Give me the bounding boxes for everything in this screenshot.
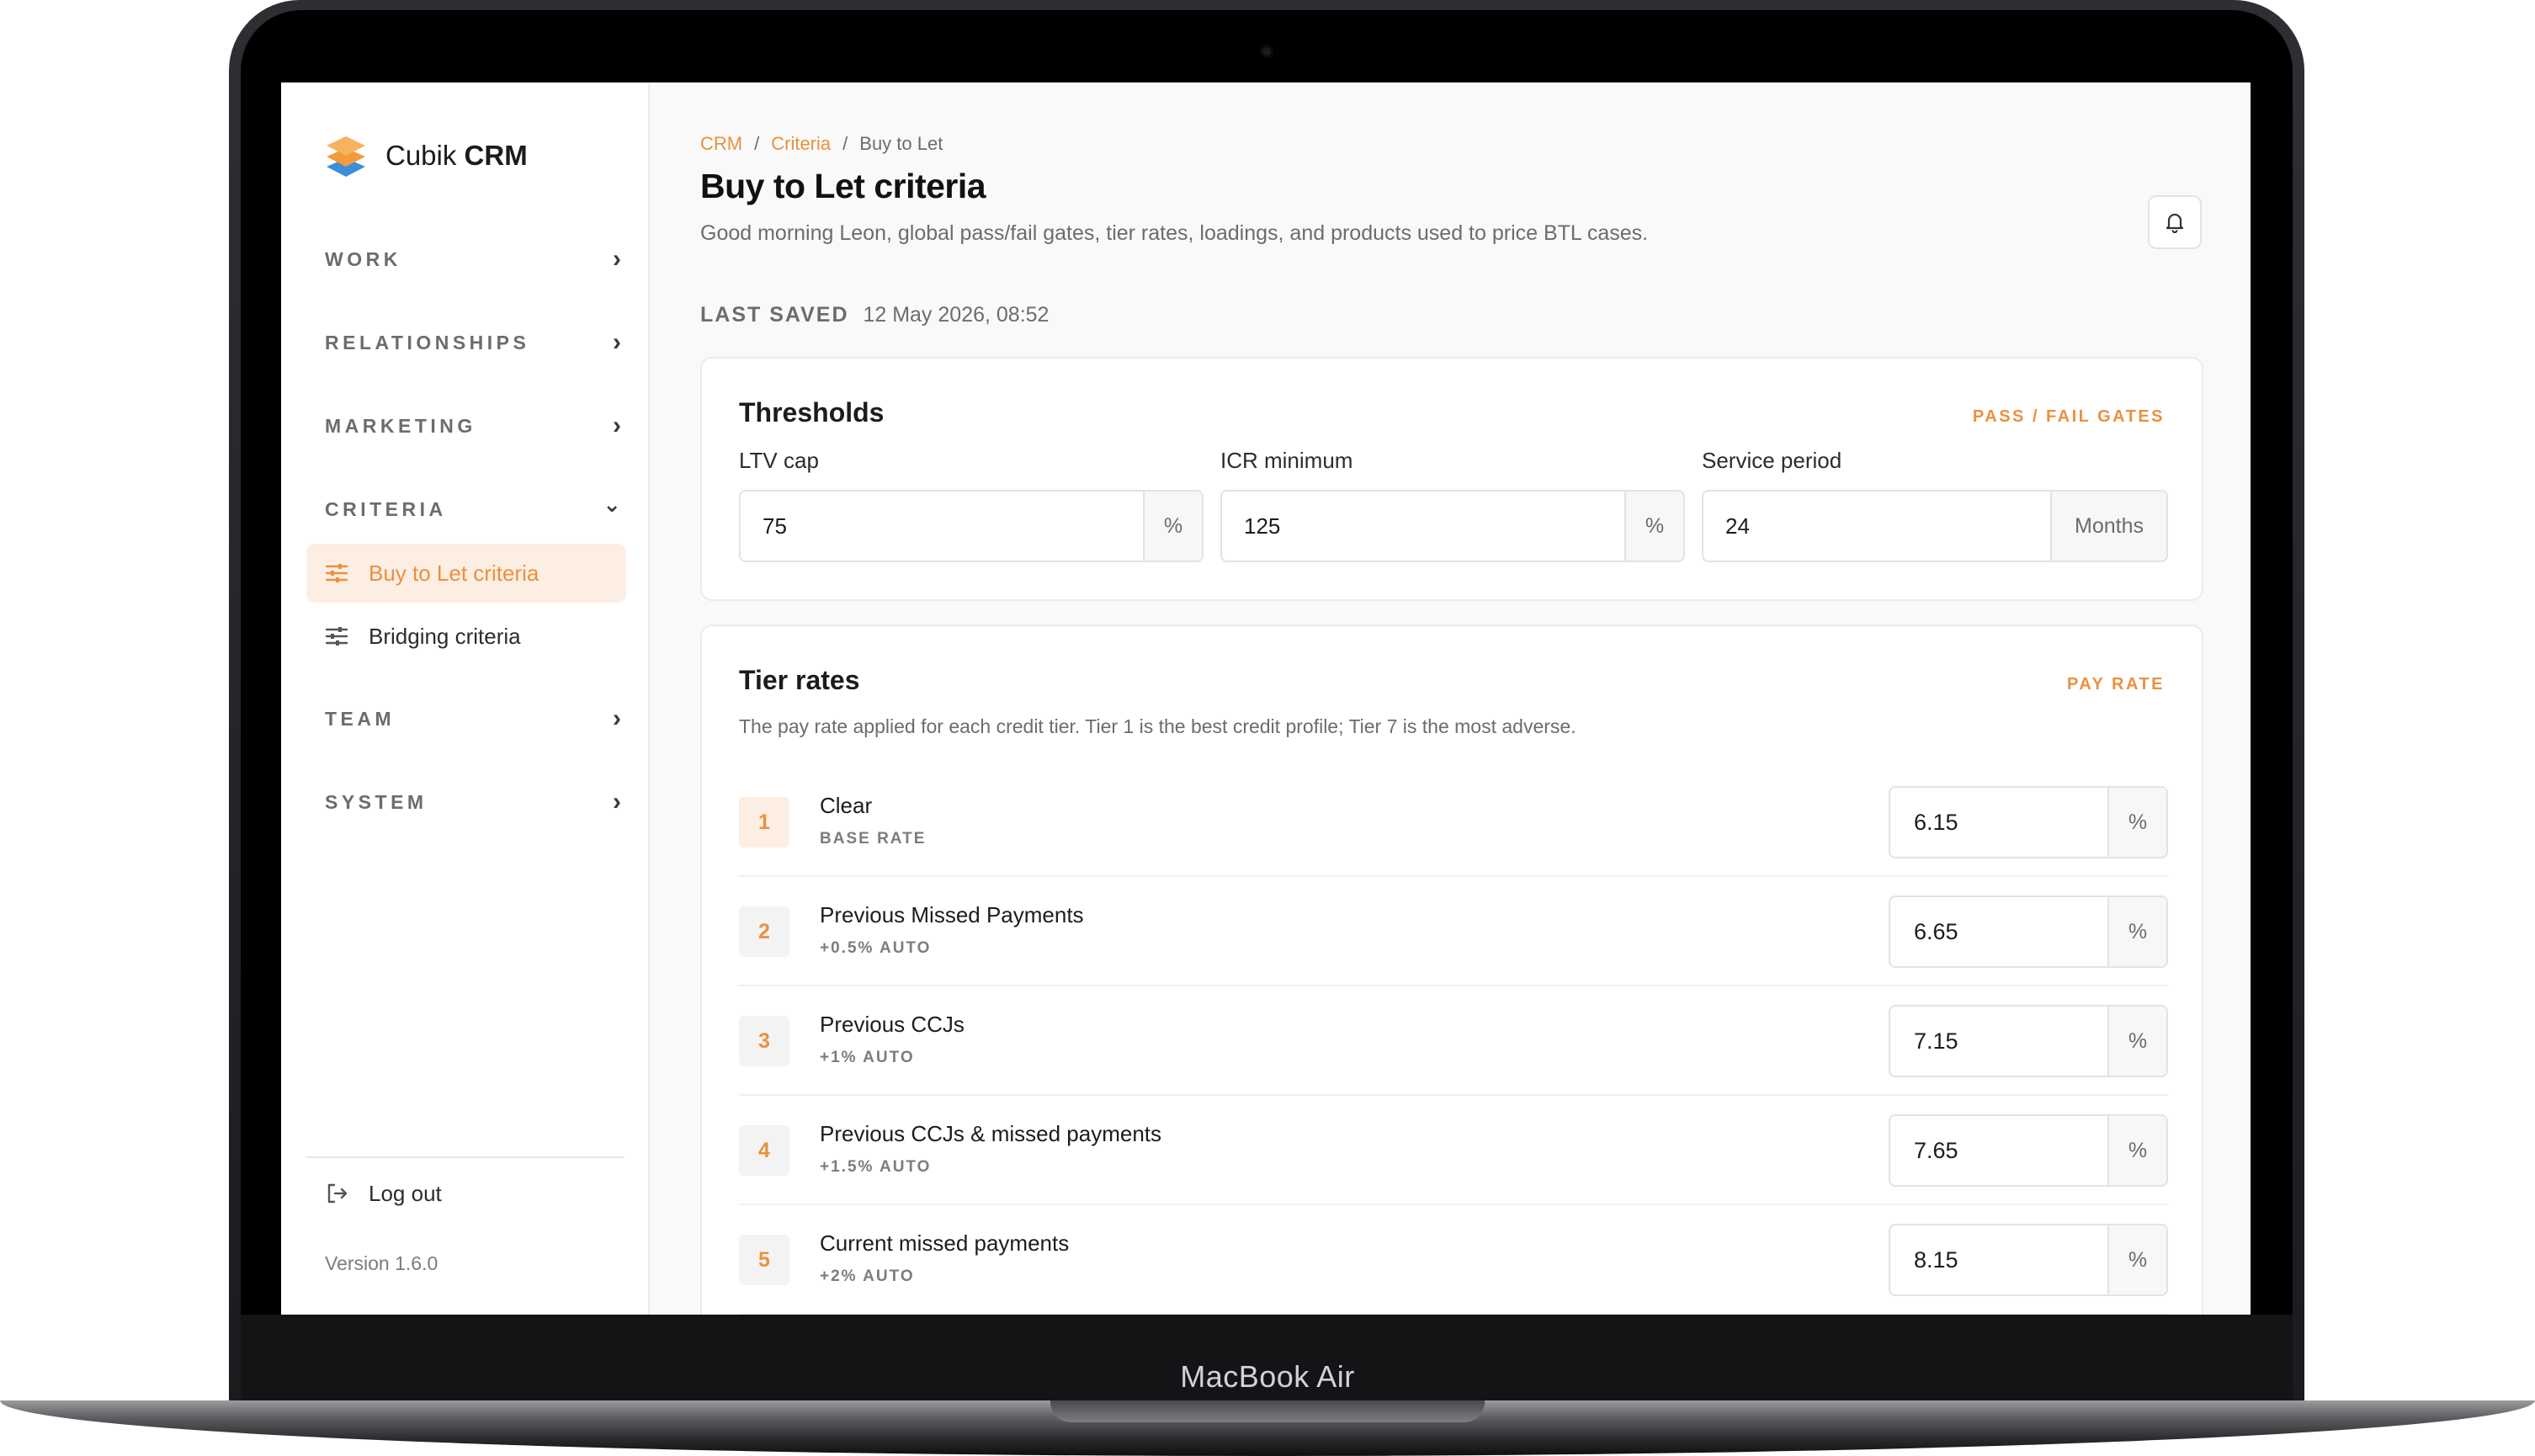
nav-section-criteria[interactable]: CRITERIA ⌄ (325, 492, 621, 526)
field-value[interactable]: 7.15 (1890, 1007, 2107, 1076)
field-unit: % (2107, 897, 2166, 966)
chevron-right-icon: › (613, 704, 621, 732)
sidebar-item-bridging[interactable]: Bridging criteria (306, 607, 626, 666)
field-unit: % (2107, 1007, 2166, 1076)
tier-row: 3 Previous CCJs +1% AUTO 7.15 % (739, 986, 2168, 1096)
logout-icon (327, 1183, 348, 1204)
breadcrumb-crm[interactable]: CRM (700, 133, 742, 155)
tier-name: Previous CCJs & missed payments (820, 1121, 1162, 1146)
sidebar-divider (306, 1156, 624, 1158)
tier-row: 2 Previous Missed Payments +0.5% AUTO 6.… (739, 877, 2168, 986)
tier-row: 5 Current missed payments +2% AUTO 8.15 … (739, 1205, 2168, 1315)
field-unit: % (1624, 492, 1683, 561)
service-period-label: Service period (1702, 448, 1842, 473)
page-title: Buy to Let criteria (700, 167, 986, 205)
nav-section-relationships[interactable]: RELATIONSHIPS › (325, 326, 621, 359)
version-text: Version 1.6.0 (325, 1252, 438, 1274)
sliders-icon (325, 564, 348, 582)
laptop-notch (1050, 1400, 1485, 1422)
bell-icon (2166, 213, 2184, 233)
tier-number: 5 (739, 1235, 789, 1285)
field-value[interactable]: 75 (741, 492, 1143, 561)
chevron-right-icon: › (613, 412, 621, 439)
breadcrumb-separator: / (842, 133, 848, 154)
tier-subtext: +2% AUTO (820, 1267, 915, 1285)
icr-minimum-field[interactable]: 125 % (1220, 490, 1685, 562)
tier-subtext: BASE RATE (820, 830, 927, 848)
main-content: CRM / Criteria / Buy to Let Buy to Let c… (650, 82, 2251, 1315)
field-unit: % (2107, 1225, 2166, 1294)
tier-name: Previous CCJs (820, 1012, 965, 1037)
breadcrumb-separator: / (754, 133, 760, 154)
device-label: MacBook Air (1180, 1359, 1355, 1394)
card-tag: PASS / FAIL GATES (1972, 407, 2165, 426)
notifications-button[interactable] (2148, 195, 2202, 249)
field-unit: Months (2050, 492, 2166, 561)
tier-subtext: +1.5% AUTO (820, 1158, 932, 1176)
page-subtitle: Good morning Leon, global pass/fail gate… (700, 221, 1649, 245)
ltv-cap-label: LTV cap (739, 448, 819, 473)
ltv-cap-field[interactable]: 75 % (739, 490, 1204, 562)
tier-rate-field[interactable]: 6.15 % (1889, 786, 2168, 858)
thresholds-card: Thresholds PASS / FAIL GATES LTV cap 75 … (700, 357, 2203, 601)
chevron-down-icon: ⌄ (603, 491, 621, 517)
tier-row: 1 Clear BASE RATE 6.15 % (739, 768, 2168, 877)
nav-section-marketing[interactable]: MARKETING › (325, 409, 621, 443)
tier-name: Clear (820, 793, 873, 818)
service-period-field[interactable]: 24 Months (1702, 490, 2168, 562)
breadcrumb-criteria[interactable]: Criteria (771, 133, 831, 155)
field-value[interactable]: 8.15 (1890, 1225, 2107, 1294)
tier-number: 3 (739, 1016, 789, 1066)
tier-rate-field[interactable]: 7.15 % (1889, 1005, 2168, 1077)
tier-number: 2 (739, 906, 789, 957)
field-value[interactable]: 24 (1703, 492, 2050, 561)
nav-section-work[interactable]: WORK › (325, 242, 621, 276)
icr-minimum-label: ICR minimum (1220, 448, 1353, 473)
app-logo[interactable]: Cubik CRM (323, 133, 528, 178)
field-value[interactable]: 6.15 (1890, 788, 2107, 857)
chevron-right-icon: › (613, 245, 621, 273)
field-value[interactable]: 125 (1222, 492, 1624, 561)
logout-button[interactable]: Log out (325, 1177, 442, 1210)
sidebar: Cubik CRM WORK › RELATIONSHIPS › MARKETI… (281, 82, 650, 1315)
tier-rate-field[interactable]: 8.15 % (1889, 1224, 2168, 1296)
field-unit: % (1143, 492, 1202, 561)
tier-name: Current missed payments (820, 1230, 1070, 1256)
field-value[interactable]: 6.65 (1890, 897, 2107, 966)
card-title: Tier rates (739, 665, 860, 695)
tier-rate-field[interactable]: 6.65 % (1889, 895, 2168, 968)
card-title: Thresholds (739, 397, 885, 428)
tier-description: The pay rate applied for each credit tie… (739, 715, 1576, 737)
app-name: Cubik CRM (385, 140, 528, 171)
sidebar-item-buy-to-let[interactable]: Buy to Let criteria (306, 544, 626, 603)
breadcrumb: CRM / Criteria / Buy to Let (700, 133, 943, 155)
tier-rates-card: Tier rates PAY RATE The pay rate applied… (700, 624, 2203, 1315)
camera (1260, 45, 1273, 58)
field-value[interactable]: 7.65 (1890, 1116, 2107, 1185)
tier-rate-field[interactable]: 7.65 % (1889, 1114, 2168, 1187)
last-saved: LAST SAVED 12 May 2026, 08:52 (700, 303, 1050, 327)
sliders-icon (325, 627, 348, 646)
card-tag: PAY RATE (2067, 675, 2165, 693)
tier-number: 1 (739, 797, 789, 848)
nav-section-team[interactable]: TEAM › (325, 702, 621, 736)
tier-subtext: +1% AUTO (820, 1049, 915, 1066)
chevron-right-icon: › (613, 328, 621, 356)
chevron-right-icon: › (613, 788, 621, 816)
nav-section-system[interactable]: SYSTEM › (325, 785, 621, 819)
tier-row: 4 Previous CCJs & missed payments +1.5% … (739, 1096, 2168, 1205)
logo-icon (327, 136, 365, 177)
tier-subtext: +0.5% AUTO (820, 939, 932, 957)
field-unit: % (2107, 788, 2166, 857)
app-screen: Cubik CRM WORK › RELATIONSHIPS › MARKETI… (281, 82, 2251, 1315)
breadcrumb-current: Buy to Let (859, 133, 943, 154)
tier-name: Previous Missed Payments (820, 902, 1084, 927)
field-unit: % (2107, 1116, 2166, 1185)
tier-number: 4 (739, 1125, 789, 1176)
